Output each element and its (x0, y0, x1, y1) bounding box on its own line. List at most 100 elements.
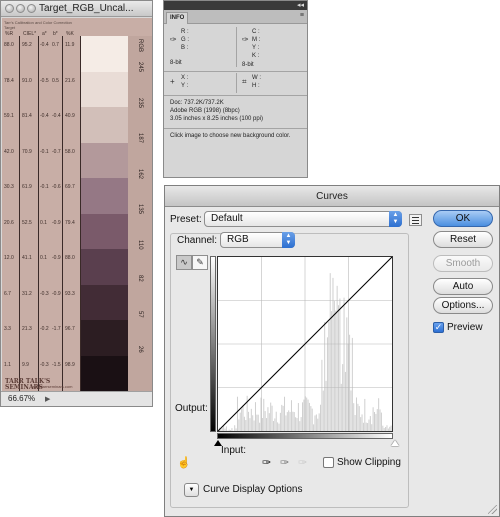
histogram-bar (346, 317, 348, 431)
histogram-bar (354, 415, 356, 431)
document-window: Target_RGB_Uncal... Tarr's Calibration a… (0, 0, 153, 407)
column-header-a: a* (42, 31, 47, 37)
input-gradient-bar (217, 433, 393, 439)
histogram-bar (389, 426, 391, 431)
histogram-bar (320, 404, 322, 431)
info-divider (164, 95, 307, 96)
panel-drag-bar[interactable]: ◂◂ (164, 1, 307, 10)
target-data-cell: -1.7 (52, 326, 61, 332)
target-data-cell: 20.6 (4, 219, 14, 226)
rgb-value-label: 245 (137, 62, 143, 73)
preview-checkbox[interactable]: ✓ (433, 322, 444, 333)
target-data-cell: 88.0 (65, 255, 75, 261)
rgb-value-label: 57 (137, 310, 143, 318)
eyedropper-cmyk-icon[interactable]: ✑ (242, 35, 249, 44)
updown-arrows-icon: ▲ ▼ (282, 232, 295, 248)
histogram-bar (387, 428, 389, 431)
c-label: C : (252, 29, 260, 35)
histogram-bar (322, 390, 324, 431)
preset-options-icon[interactable] (409, 214, 422, 226)
target-data-cell: 91.0 (22, 77, 32, 84)
rgb-value-label: 135 (137, 204, 143, 215)
options-button[interactable]: Options... (433, 297, 493, 314)
smooth-button[interactable]: Smooth (433, 255, 493, 272)
histogram-bar (234, 425, 236, 431)
target-data-cell: 88.0 (4, 42, 14, 48)
target-data-cell: -0.3 (40, 361, 49, 368)
histogram-bar (324, 321, 326, 431)
target-adjust-hand-icon[interactable]: ☝ (177, 456, 191, 469)
ok-button[interactable]: OK (433, 210, 493, 227)
rgb-value-label: 26 (137, 346, 143, 353)
auto-button[interactable]: Auto (433, 278, 493, 295)
histogram-bar (357, 403, 359, 431)
document-statusbar: 66.67% ▶ (1, 391, 152, 406)
info-divider (236, 73, 237, 93)
histogram-bar (378, 398, 380, 431)
curve-display-options-label[interactable]: Curve Display Options (203, 484, 302, 495)
histogram-bar (278, 423, 280, 431)
histogram-bar (239, 412, 241, 431)
pencil-tool-icon[interactable]: ✎ (192, 255, 208, 270)
eyedropper-rgb-icon[interactable]: ✑ (170, 35, 177, 44)
target-data-cell: -0.5 (40, 77, 49, 84)
curve-graph[interactable] (217, 256, 393, 432)
document-titlebar[interactable]: Target_RGB_Uncal... (1, 1, 152, 17)
reset-button[interactable]: Reset (433, 231, 493, 248)
gray-swatch (81, 71, 128, 107)
gray-eyedropper-icon[interactable]: ✑ (280, 456, 289, 469)
histogram-bar (311, 408, 313, 431)
white-point-slider[interactable] (391, 440, 399, 446)
channel-select[interactable]: RGB ▲ ▼ (220, 232, 295, 248)
histogram-bar (303, 399, 305, 431)
histogram-bar (325, 380, 327, 431)
preview-label[interactable]: Preview (447, 322, 483, 333)
xy-readout: X : Y : (181, 74, 188, 90)
histogram-bar (249, 418, 251, 431)
histogram-bar (376, 409, 378, 431)
target-data-cell: 40.9 (65, 113, 75, 119)
histogram-bar (281, 404, 283, 431)
close-window-button[interactable] (5, 4, 14, 13)
curves-titlebar[interactable]: Curves (165, 186, 499, 207)
white-eyedropper-icon[interactable]: ✑ (298, 456, 307, 469)
histogram-bar (235, 428, 237, 431)
g-label: G : (181, 37, 190, 43)
target-data-cell: 0.1 (40, 219, 47, 226)
tab-info[interactable]: INFO (166, 12, 188, 24)
minimize-window-button[interactable] (16, 4, 25, 13)
histogram-bar (245, 420, 247, 431)
show-clipping-checkbox[interactable] (323, 457, 334, 468)
histogram-bar (310, 406, 312, 431)
gray-swatch (81, 178, 128, 214)
zoom-window-button[interactable] (27, 4, 36, 13)
cmyk-readout: C : M : Y : K : (252, 28, 260, 60)
panel-menu-icon[interactable]: ≡ (300, 12, 304, 19)
target-data-cell: 69.7 (65, 184, 75, 190)
show-clipping-label[interactable]: Show Clipping (337, 457, 401, 468)
histogram-bar (286, 412, 288, 431)
zoom-level[interactable]: 66.67% (8, 394, 35, 403)
target-data-cell: -0.4 (40, 42, 49, 48)
preset-select[interactable]: Default ▲ ▼ (204, 211, 402, 227)
histogram-bar (307, 399, 309, 431)
column-header-r: %R (5, 31, 14, 37)
histogram-bar (297, 403, 299, 431)
gray-swatch (81, 320, 128, 356)
status-menu-arrow-icon[interactable]: ▶ (45, 395, 50, 403)
k-label: K : (252, 53, 260, 59)
target-data-cell: 0.7 (52, 42, 59, 48)
histogram-bar (220, 429, 222, 431)
histogram-bar (238, 419, 240, 431)
black-eyedropper-icon[interactable]: ✑ (262, 456, 271, 469)
histogram-bar (274, 418, 276, 431)
histogram-bar (282, 405, 284, 431)
target-data-cell: 95.2 (22, 42, 32, 48)
collapse-panel-icon[interactable]: ◂◂ (297, 1, 304, 10)
histogram-bar (367, 423, 369, 431)
resize-grip-icon[interactable] (488, 505, 497, 514)
curve-point-tool-icon[interactable]: ∿ (176, 255, 192, 270)
disclosure-triangle-icon[interactable]: ▼ (184, 483, 199, 497)
calibration-target-image[interactable]: Tarr's Calibration and Color Correction … (2, 18, 152, 391)
target-data-cell: 12.0 (4, 255, 14, 261)
